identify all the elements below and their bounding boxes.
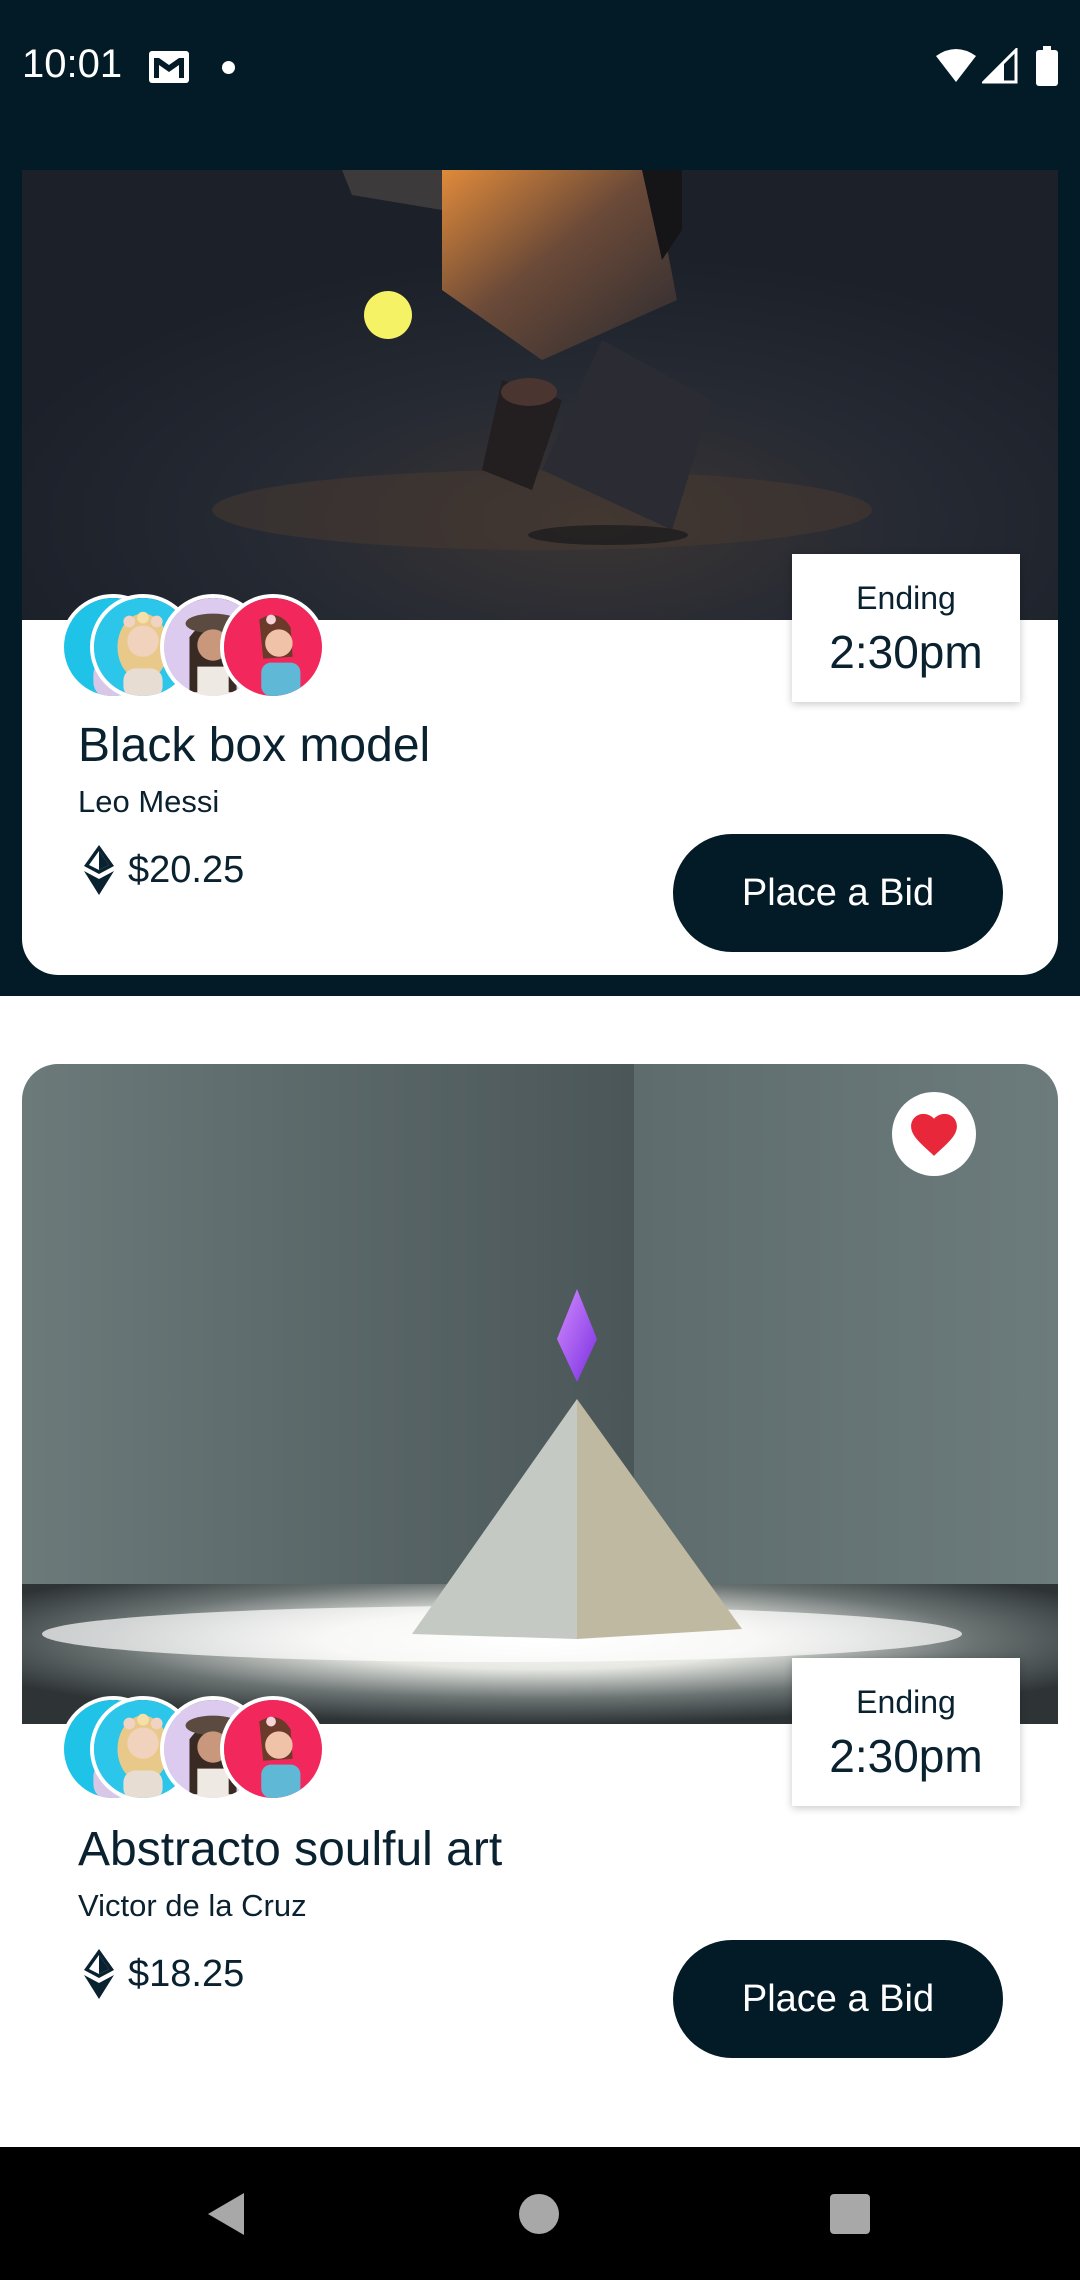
price: $20.25 — [128, 848, 245, 891]
wifi-icon — [936, 49, 976, 82]
home-icon[interactable] — [519, 2194, 559, 2234]
ending-time: 2:30pm — [829, 1730, 983, 1782]
artwork-title: Abstracto soulful art — [78, 1823, 503, 1876]
ethereum-icon — [84, 845, 114, 895]
ending-label: Ending — [856, 1684, 956, 1720]
bidder-avatars — [60, 594, 360, 706]
artwork-author: Leo Messi — [78, 784, 220, 819]
back-icon[interactable] — [204, 2191, 248, 2237]
ethereum-icon — [84, 1949, 114, 1999]
bidder-avatars — [60, 1696, 360, 1808]
place-bid-button[interactable]: Place a Bid — [673, 1940, 1003, 2058]
status-time: 10:01 — [22, 42, 123, 86]
price: $18.25 — [128, 1952, 245, 1995]
cell-signal-icon — [982, 48, 1018, 84]
artwork-image — [22, 170, 1058, 620]
artwork-author: Victor de la Cruz — [78, 1888, 307, 1923]
ending-label: Ending — [856, 580, 956, 616]
notification-dot-icon — [222, 61, 235, 74]
navigation-bar — [0, 2147, 1080, 2280]
recents-icon[interactable] — [830, 2194, 870, 2234]
status-bar: 10:01 — [0, 0, 1080, 140]
ending-time-box: Ending 2:30pm — [792, 554, 1020, 702]
place-bid-button[interactable]: Place a Bid — [673, 834, 1003, 952]
gmail-icon — [149, 51, 189, 83]
artwork-title: Black box model — [78, 719, 431, 772]
ending-time-box: Ending 2:30pm — [792, 1658, 1020, 1806]
battery-icon — [1036, 46, 1058, 86]
price-row: $18.25 — [84, 1944, 244, 2004]
auction-card[interactable]: Ending 2:30pm Black box model Leo Messi … — [22, 170, 1058, 975]
artwork-image — [22, 1064, 1058, 1724]
auction-card[interactable]: Ending 2:30pm Abstracto soulful art Vict… — [22, 1064, 1058, 2144]
price-row: $20.25 — [84, 840, 244, 900]
avatar — [220, 1696, 326, 1802]
avatar — [220, 594, 326, 700]
heart-icon — [911, 1113, 957, 1156]
favorite-button[interactable] — [892, 1092, 976, 1176]
ending-time: 2:30pm — [829, 626, 983, 678]
